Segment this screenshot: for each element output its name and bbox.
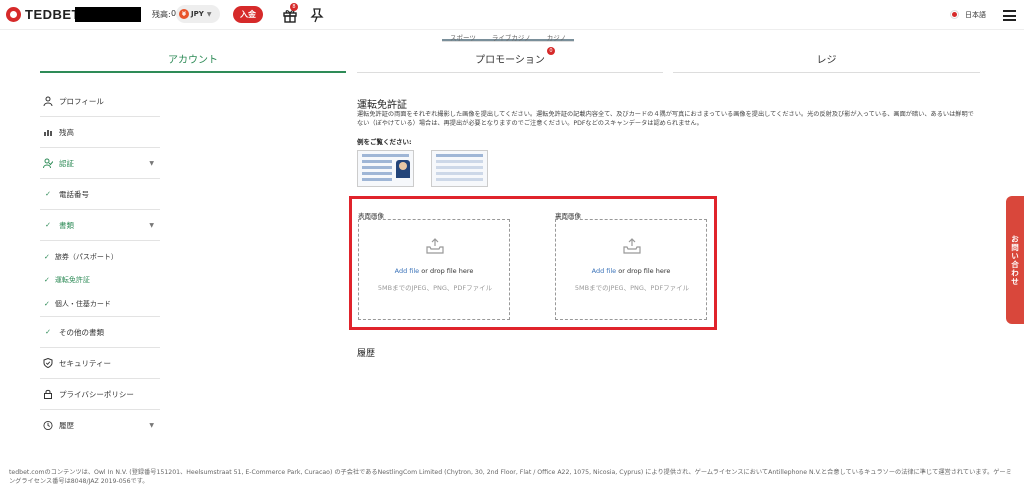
add-file-link[interactable]: Add file [395,267,420,275]
top-bar: TEDBET 残高: 0 ¥ JPY ▼ 入金 8 日本語 [0,0,1024,30]
tab-cashier[interactable]: レジ [673,51,980,73]
logo-icon [6,7,21,22]
history-heading: 履歴 [357,349,376,359]
yen-coin-icon: ¥ [179,9,189,19]
check-icon: ✓ [45,328,51,336]
sidebar-item-label: 認証 [59,158,74,168]
sidebar-item-label: 書類 [59,220,74,230]
sidebar-item-documents[interactable]: ✓ 書類 ▼ [40,210,160,241]
language-selector[interactable]: 日本語 [965,10,986,20]
chevron-down-icon[interactable]: ▼ [149,160,154,167]
sidebar-item-id-address[interactable]: ✓ 個人・住基カード [40,291,160,317]
sidebar-item-security[interactable]: セキュリティー [40,348,160,379]
nav-live-casino[interactable]: ライブカジノ [483,31,539,42]
page-title: 運転免許証 [357,100,407,111]
file-hint: 5MBまでのJPEG、PNG、PDFファイル [377,284,493,292]
sidebar: プロフィール 残高 認証 ▼ ✓ 電話番号 ✓ 書類 ▼ ✓ 旅券（パスポート）… [40,86,160,441]
nav-sports[interactable]: スポーツ [442,31,484,42]
check-icon: ✓ [44,299,50,308]
menu-icon[interactable] [1003,10,1016,21]
currency-selector[interactable]: ¥ JPY ▼ [176,5,220,23]
check-icon: ✓ [45,221,51,229]
sidebar-item-label: プロフィール [59,96,104,106]
sidebar-item-profile[interactable]: プロフィール [40,86,160,117]
check-icon: ✓ [44,275,50,284]
pin-icon[interactable] [310,7,324,23]
sidebar-item-passport[interactable]: ✓ 旅券（パスポート） [40,245,160,268]
instructions-text: 運転免許証の両面をそれぞれ撮影した画像を提出してください。運転免許証の記載内容全… [357,111,974,127]
sidebar-item-label: 運転免許証 [54,275,90,284]
user-check-icon [43,158,53,168]
gift-badge: 8 [290,3,298,11]
drop-text: or drop file here [616,267,671,275]
sidebar-item-other-docs[interactable]: ✓ その他の書類 [40,317,160,348]
japan-flag-icon[interactable] [950,10,959,19]
clock-icon [43,420,53,431]
upload-tray-icon [623,238,641,254]
check-icon: ✓ [44,252,50,261]
sidebar-item-phone[interactable]: ✓ 電話番号 [40,179,160,210]
sidebar-item-label: 残高 [59,127,74,137]
currency-label: JPY [191,10,204,18]
check-icon: ✓ [45,190,51,198]
nav-casino[interactable]: カジノ [538,31,575,42]
footer-legal-text: tedbet.comのコンテンツは、Owl In N.V. (登録番号15120… [9,469,1012,485]
example-image-front[interactable] [357,150,414,187]
logo-text: TEDBET [25,7,80,22]
add-file-link[interactable]: Add file [592,267,617,275]
redacted-username [75,7,141,22]
dropzone-text: Add file or drop file here [556,267,706,275]
chevron-down-icon[interactable]: ▼ [149,422,154,429]
contact-tab[interactable]: お問い合わせ [1006,196,1024,324]
sidebar-item-license[interactable]: ✓ 運転免許証 [40,268,160,291]
logo[interactable]: TEDBET [6,7,80,22]
sidebar-item-label: プライバシーポリシー [59,389,134,399]
sidebar-item-label: 個人・住基カード [54,299,111,308]
drop-text: or drop file here [419,267,474,275]
example-image-back[interactable] [431,150,488,187]
file-hint: 5MBまでのJPEG、PNG、PDFファイル [574,284,690,292]
upload-tray-icon [426,238,444,254]
chevron-down-icon[interactable]: ▼ [149,222,154,229]
promotion-badge: 0 [547,47,555,55]
coins-icon [43,127,53,137]
balance-label: 残高: [152,10,171,19]
back-image-dropzone[interactable]: Add file or drop file here 5MBまでのJPEG、PN… [555,219,707,320]
sidebar-item-history[interactable]: 履歴 ▼ [40,410,160,441]
tab-promotion[interactable]: プロモーション [357,51,663,73]
dropzone-text: Add file or drop file here [359,267,509,275]
example-label: 例をご覧ください: [357,138,412,146]
sidebar-item-label: 旅券（パスポート） [54,252,118,261]
sidebar-item-verification[interactable]: 認証 ▼ [40,148,160,179]
user-icon [43,96,53,106]
product-nav: スポーツ ライブカジノ カジノ [442,31,575,42]
tab-account[interactable]: アカウント [40,51,346,73]
sidebar-item-privacy[interactable]: プライバシーポリシー [40,379,160,410]
lock-icon [43,389,53,399]
sidebar-item-label: 電話番号 [59,189,89,199]
chevron-down-icon: ▼ [206,10,212,18]
sidebar-item-label: 履歴 [59,421,74,430]
shield-icon [43,358,53,368]
contact-label: お問い合わせ [1010,234,1020,286]
sidebar-item-label: その他の書類 [59,327,104,337]
sidebar-item-label: セキュリティー [59,358,112,368]
sidebar-item-balance[interactable]: 残高 [40,117,160,148]
front-image-dropzone[interactable]: Add file or drop file here 5MBまでのJPEG、PN… [358,219,510,320]
deposit-button[interactable]: 入金 [233,6,263,23]
